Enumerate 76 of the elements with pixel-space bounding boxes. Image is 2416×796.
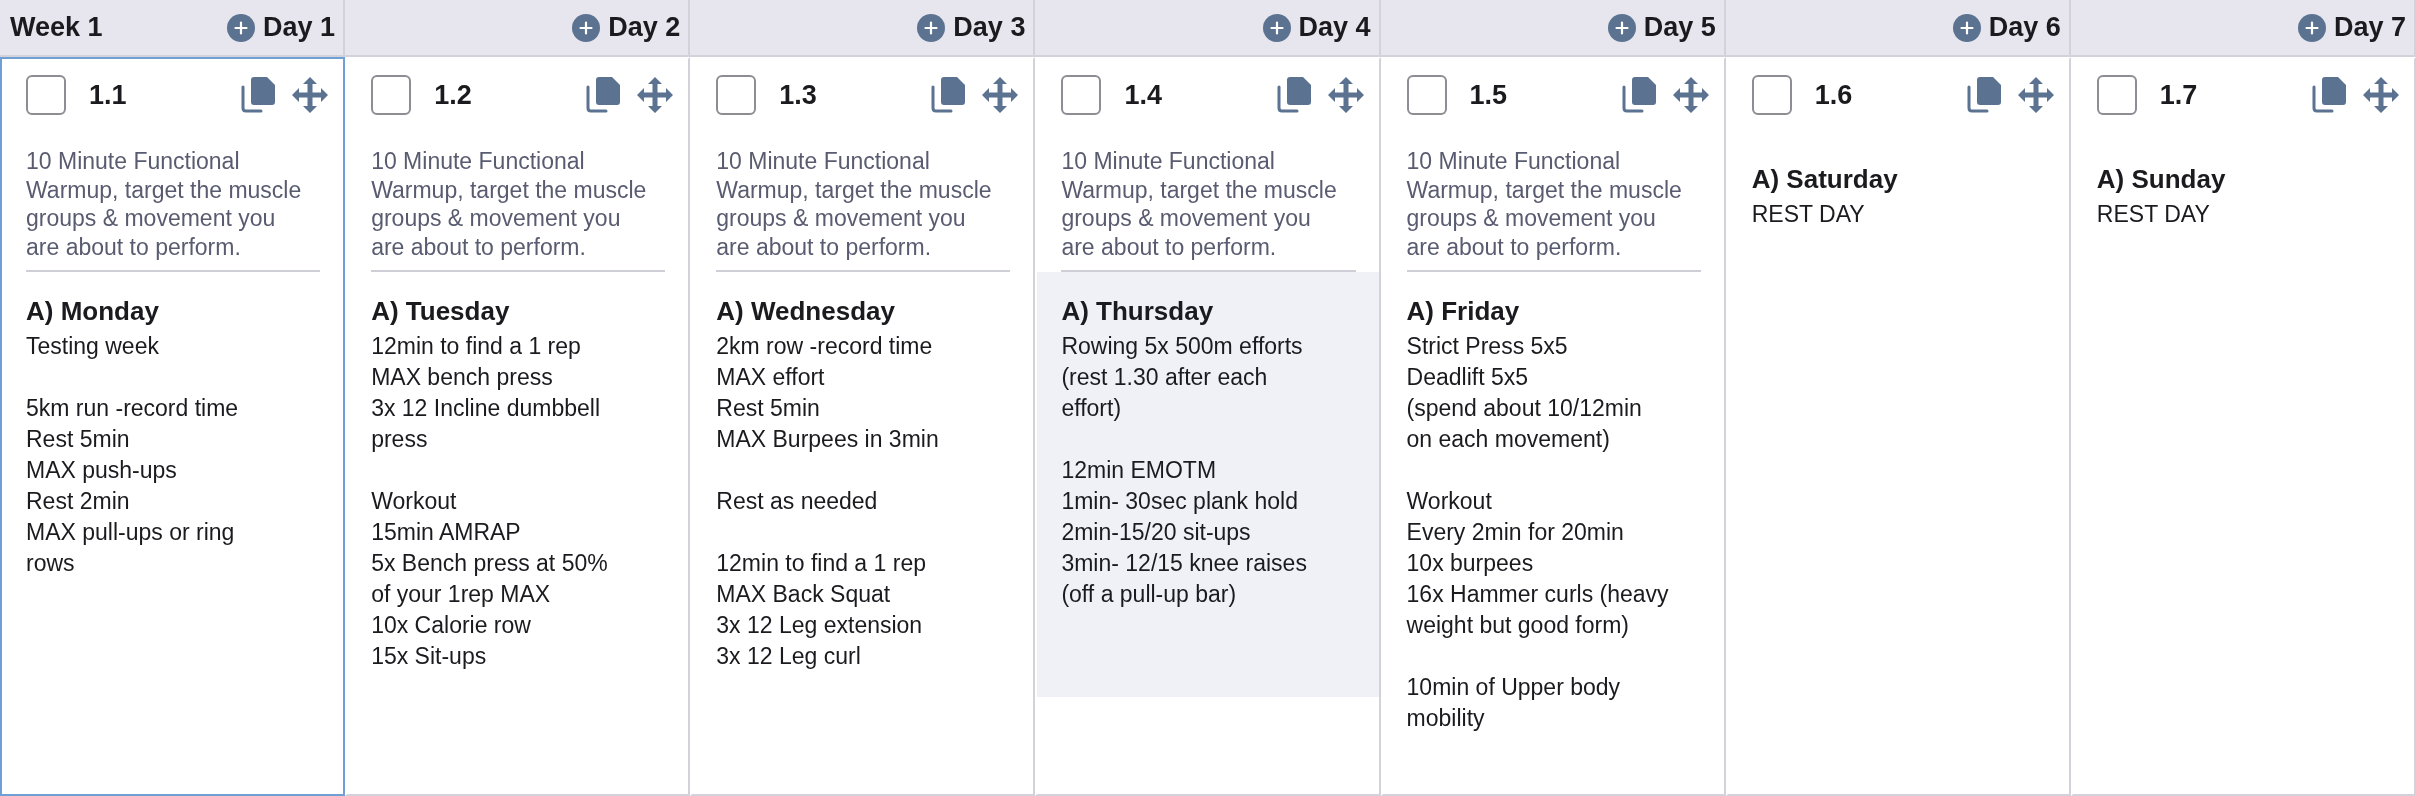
day-card[interactable]	[690, 57, 1036, 796]
day-number: 1.1	[89, 79, 127, 111]
workout-details: REST DAY	[2096, 200, 2211, 229]
move-icon[interactable]	[1327, 77, 1364, 113]
day-number: 1.2	[434, 79, 472, 111]
move-icon[interactable]	[2363, 77, 2399, 113]
warmup-text: 10 Minute Functional Warmup, target the muscle groups & movement you are about to perform.	[1061, 147, 1338, 261]
workout-title: A) Thursday	[1061, 296, 1215, 327]
move-icon[interactable]	[292, 77, 329, 113]
workout-title: A) Friday	[1406, 296, 1521, 327]
day-card[interactable]: 1.1 10 Minute Functional Warmup, target the muscle groups & movement you are about to perform. A) Monday Testing week 5km run -record time Rest 5min MAX push-ups Rest 2min MAX pull-ups or ring rows	[0, 57, 346, 796]
day-label: Day 3	[953, 12, 1026, 43]
day-label: Day 2	[608, 12, 681, 43]
workout-details: REST DAY	[1751, 200, 1866, 229]
warmup-text: 10 Minute Functional Warmup, target the muscle groups & movement you are about to perform.	[371, 147, 648, 261]
day-number: 1.7	[2159, 79, 2198, 111]
plus-icon[interactable]	[917, 13, 946, 42]
copy-icon[interactable]	[1965, 77, 2002, 113]
checkbox[interactable]	[26, 75, 66, 115]
day-number: 1.4	[1124, 79, 1162, 111]
workout-title: A) Wednesday	[716, 296, 896, 327]
checkbox[interactable]	[371, 75, 412, 115]
workout-title: A) Sunday	[2096, 164, 2227, 195]
workout-details: 2km row -record time MAX effort Rest 5min MAX Burpees in 3min Rest as needed 12min to find a 1 rep MAX Back Squat 3x 12 Leg extension 3x 12 Leg curl	[716, 332, 940, 671]
day-card[interactable]	[1035, 57, 1381, 796]
checkbox[interactable]	[1751, 75, 1792, 115]
day-number: 1.5	[1469, 79, 1508, 111]
workout-block[interactable]: A) Friday Strict Press 5x5 Deadlift 5x5 (spend about 10/12min on each movement) Workout Every 2min for 20min 10x burpees 16x Hammer curls (heavy weight but good form) 10min of Upper body mobility	[1382, 272, 1724, 796]
day-label: Day 5	[1643, 12, 1716, 43]
workout-block[interactable]: A) Saturday REST DAY	[1727, 140, 2069, 317]
warmup-text: 10 Minute Functional Warmup, target the muscle groups & movement you are about to perform.	[1406, 147, 1683, 261]
copy-icon[interactable]	[1620, 77, 1657, 113]
day-card[interactable]: 1.6 A) Saturday REST DAY	[1725, 57, 2071, 796]
day-label: Day 1	[263, 12, 336, 43]
copy-icon[interactable]	[1275, 77, 1312, 113]
day-card[interactable]	[345, 57, 691, 796]
day-card[interactable]: 1.7 A) Sunday REST DAY	[2070, 57, 2416, 796]
workout-details: 12min to find a 1 rep MAX bench press 3x 12 Incline dumbbell press Workout 15min AMRAP 5x Bench press at 50% of your 1rep MAX 10x Calorie row 15x Sit-ups	[371, 332, 609, 671]
workout-block[interactable]: A) Sunday REST DAY	[2072, 140, 2414, 317]
day-number: 1.6	[1814, 79, 1853, 111]
warmup-text: 10 Minute Functional Warmup, target the muscle groups & movement you are about to perform.	[716, 147, 993, 261]
move-icon[interactable]	[637, 77, 674, 113]
workout-block[interactable]: A) Thursday Rowing 5x 500m efforts (rest 1.30 after each effort) 12min EMOTM 1min- 30sec plank hold 2min-15/20 sit-ups 3min- 12/15 knee raises (off a pull-up bar)	[1037, 272, 1379, 697]
checkbox[interactable]	[1061, 75, 1102, 115]
plus-icon[interactable]	[1952, 13, 1981, 42]
copy-icon[interactable]	[585, 77, 622, 113]
workout-details: Rowing 5x 500m efforts (rest 1.30 after each effort) 12min EMOTM 1min- 30sec plank hold 2min-15/20 sit-ups 3min- 12/15 knee raises (off a pull-up bar)	[1061, 332, 1308, 609]
day-number: 1.3	[779, 79, 817, 111]
plus-icon[interactable]	[572, 13, 601, 42]
day-label: Day 7	[2333, 12, 2406, 43]
week-label: Week 1	[10, 12, 103, 43]
day-label: Day 4	[1298, 12, 1371, 43]
workout-details: Strict Press 5x5 Deadlift 5x5 (spend about 10/12min on each movement) Workout Every 2min for 20min 10x burpees 16x Hammer curls (heavy weight but good form) 10min of Upper body mobility	[1406, 332, 1670, 733]
move-icon[interactable]	[982, 77, 1019, 113]
move-icon[interactable]	[2017, 77, 2054, 113]
copy-icon[interactable]	[2311, 77, 2347, 113]
workout-block[interactable]: A) Tuesday 12min to find a 1 rep MAX bench press 3x 12 Incline dumbbell press Workout 15min AMRAP 5x Bench press at 50% of your 1rep MAX 10x Calorie row 15x Sit-ups	[347, 272, 689, 759]
plus-icon[interactable]	[227, 13, 256, 42]
checkbox[interactable]	[716, 75, 757, 115]
workout-block[interactable]: A) Wednesday 2km row -record time MAX effort Rest 5min MAX Burpees in 3min Rest as needed 12min to find a 1 rep MAX Back Squat 3x 12 Leg extension 3x 12 Leg curl	[692, 272, 1034, 759]
day-label: Day 6	[1988, 12, 2061, 43]
plus-icon[interactable]	[2297, 13, 2326, 42]
day-card[interactable]	[1380, 57, 1726, 796]
workout-title: A) Saturday	[1751, 164, 1899, 195]
workout-block[interactable]: A) Monday Testing week 5km run -record time Rest 5min MAX push-ups Rest 2min MAX pull-ups or ring rows	[2, 272, 344, 666]
warmup-text: 10 Minute Functional Warmup, target the muscle groups & movement you are about to perform.	[26, 147, 303, 261]
plus-icon[interactable]	[1262, 13, 1291, 42]
checkbox[interactable]	[2096, 75, 2137, 115]
move-icon[interactable]	[1672, 77, 1709, 113]
workout-title: A) Tuesday	[371, 296, 511, 327]
workout-title: A) Monday	[26, 296, 160, 327]
copy-icon[interactable]	[240, 77, 277, 113]
workout-details: Testing week 5km run -record time Rest 5min MAX push-ups Rest 2min MAX pull-ups or ring rows	[26, 332, 240, 578]
copy-icon[interactable]	[930, 77, 967, 113]
plus-icon[interactable]	[1607, 13, 1636, 42]
checkbox[interactable]	[1406, 75, 1447, 115]
